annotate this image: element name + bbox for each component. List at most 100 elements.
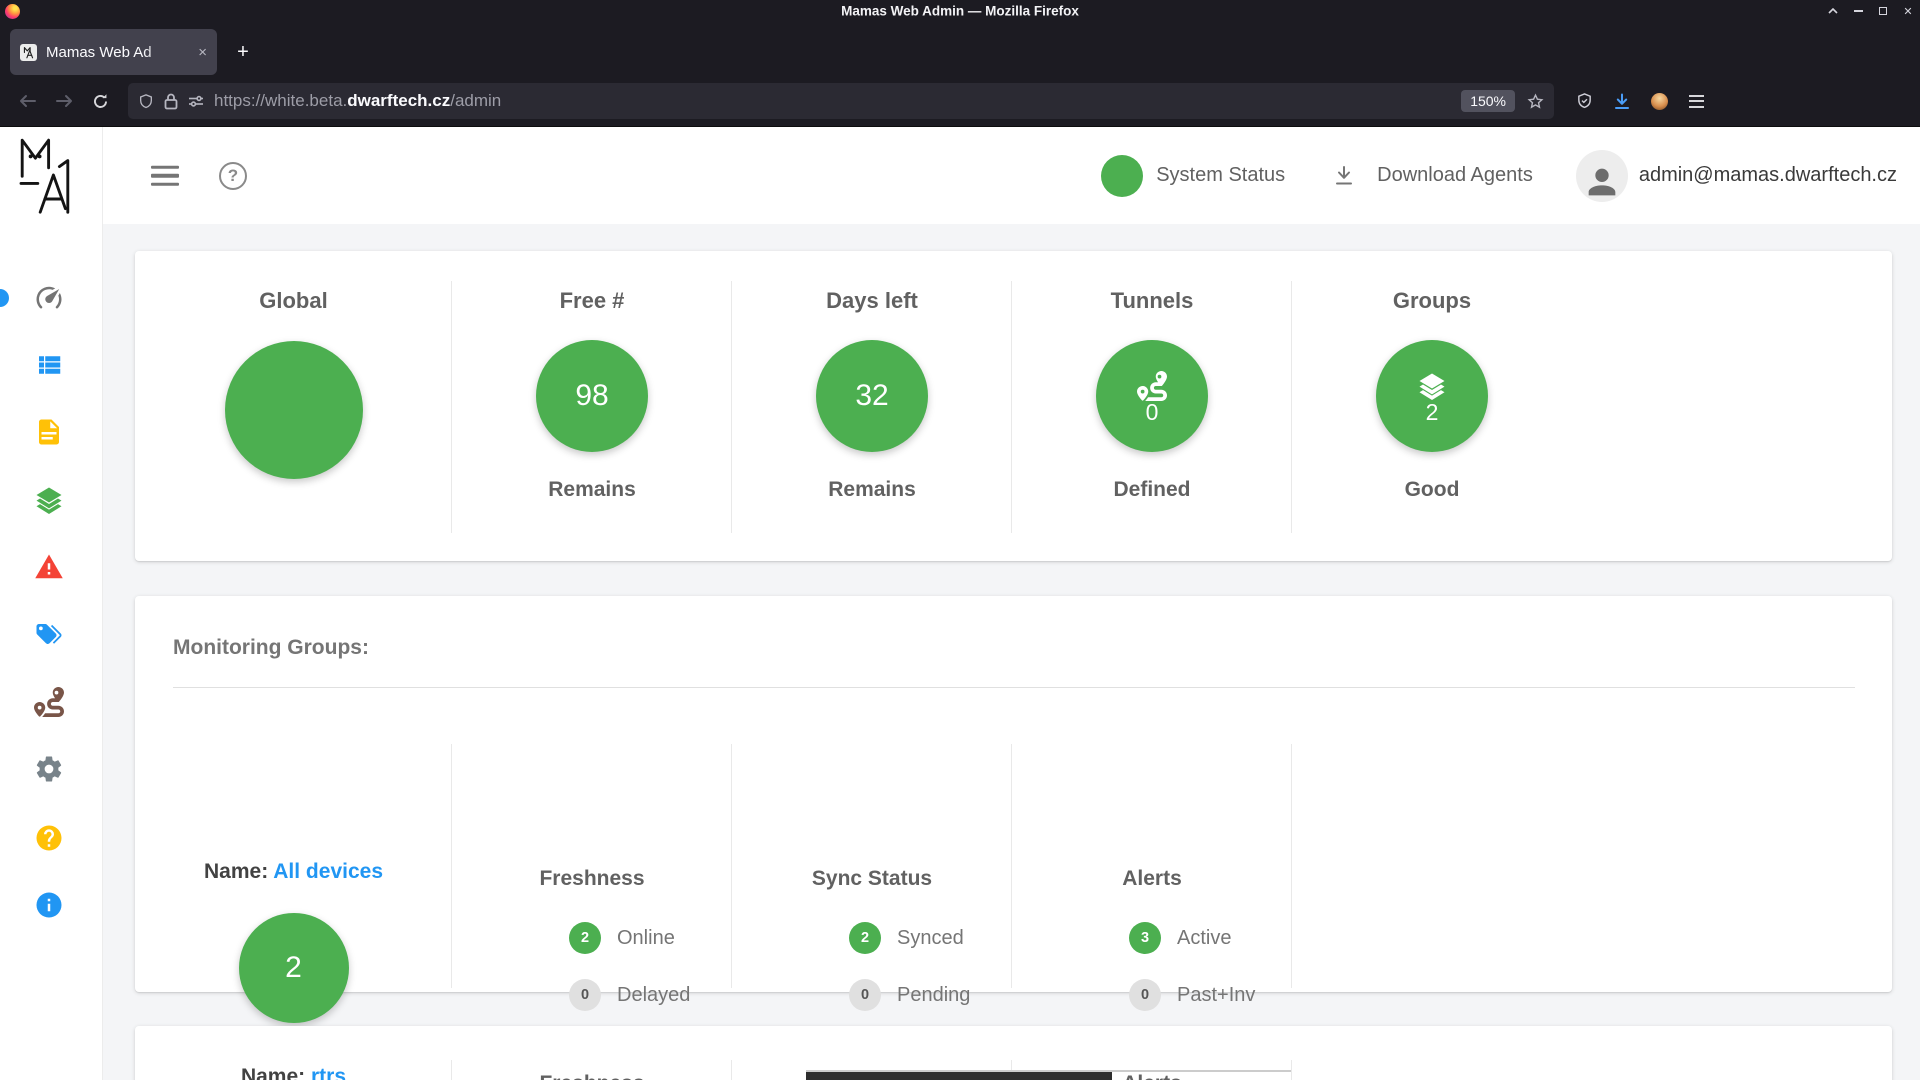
sidebar-item-tunnels-route-icon[interactable] xyxy=(34,687,64,717)
summary-col-tunnels: Tunnels 0 Defined xyxy=(1012,251,1292,561)
back-icon[interactable] xyxy=(14,87,42,115)
sidebar-item-document-icon[interactable] xyxy=(34,417,64,447)
summary-title: Free # xyxy=(452,288,732,314)
monitoring-groups-card: Monitoring Groups: Name: All devices 2 F… xyxy=(135,596,1892,992)
summary-subtitle: Good xyxy=(1292,478,1572,502)
lock-icon[interactable] xyxy=(164,93,178,110)
shade-window-icon[interactable] xyxy=(1827,5,1839,17)
sidebar-item-dashboard-gauge-icon[interactable] xyxy=(34,283,64,313)
summary-title: Tunnels xyxy=(1012,288,1292,314)
column-heading: Freshness xyxy=(452,867,732,891)
main-content: Global Free # 98 Remains Days left 32 Re… xyxy=(103,224,1920,1080)
summary-col-global: Global xyxy=(135,251,452,561)
stat-badge: 0 xyxy=(1129,979,1161,1011)
summary-value: 2 xyxy=(1426,399,1439,426)
stat-badge: 3 xyxy=(1129,922,1161,954)
summary-circle-free: 98 xyxy=(536,340,648,452)
minimize-icon[interactable] xyxy=(1852,5,1864,17)
extension-icon[interactable] xyxy=(1651,93,1668,110)
user-avatar[interactable] xyxy=(1576,150,1628,202)
user-email[interactable]: admin@mamas.dwarftech.cz xyxy=(1639,164,1897,187)
bookmark-star-icon[interactable] xyxy=(1527,93,1544,110)
group-device-count: 2 xyxy=(239,913,349,1023)
zoom-level-indicator[interactable]: 150% xyxy=(1461,90,1515,112)
sidebar-item-alerts-warning-icon[interactable] xyxy=(34,552,64,582)
summary-card: Global Free # 98 Remains Days left 32 Re… xyxy=(135,251,1892,561)
group-name-column: Name: All devices 2 xyxy=(135,706,452,992)
maximize-icon[interactable] xyxy=(1877,5,1889,17)
sidebar-item-devices-list-icon[interactable] xyxy=(34,350,64,380)
sync-status-column: Sync Status 2 Synced 0 Pending 0 Error xyxy=(732,706,1012,992)
stat-label: Synced xyxy=(897,927,964,950)
stat-row: 0 Pending xyxy=(849,979,970,1011)
url-scheme: https://white.beta. xyxy=(214,91,347,110)
new-tab-button[interactable]: + xyxy=(227,36,259,68)
column-heading: Alerts xyxy=(1012,867,1292,891)
summary-value: 98 xyxy=(575,379,608,413)
tab-close-icon[interactable]: × xyxy=(196,43,209,62)
browser-tab[interactable]: Mamas Web Ad × xyxy=(10,29,217,75)
app-menu-icon[interactable] xyxy=(1689,95,1704,108)
freshness-column: Freshness 2 Online 0 Delayed 0 Late xyxy=(452,706,732,992)
permissions-icon[interactable] xyxy=(188,94,204,108)
tab-title-fade xyxy=(143,29,191,75)
tab-favicon xyxy=(20,44,37,61)
stat-row: 2 Synced xyxy=(849,922,970,954)
summary-subtitle: Remains xyxy=(732,478,1012,502)
app-header: ? System Status Download Agents admin@ma… xyxy=(103,127,1920,224)
mamas-logo[interactable] xyxy=(16,133,86,217)
url-bar[interactable]: https://white.beta.dwarftech.cz/admin 15… xyxy=(128,83,1554,119)
sidebar-item-help-icon[interactable] xyxy=(34,823,64,853)
url-text[interactable]: https://white.beta.dwarftech.cz/admin xyxy=(214,91,501,111)
monitoring-group-row: Name: All devices 2 Freshness 2 Online 0… xyxy=(135,706,1892,992)
empty-column xyxy=(1292,706,1572,992)
firefox-logo-icon xyxy=(5,4,20,19)
group-name-label: Name: xyxy=(241,1065,305,1080)
account-shield-icon[interactable] xyxy=(1576,92,1593,110)
group-name-link[interactable]: rtrs xyxy=(311,1065,346,1080)
app-logo-area xyxy=(0,127,103,224)
stat-badge: 0 xyxy=(849,979,881,1011)
stat-row: 0 Past+Inv xyxy=(1129,979,1255,1011)
summary-circle-global xyxy=(225,341,363,479)
layers-icon xyxy=(1416,371,1448,401)
sidebar-item-tags-icon[interactable] xyxy=(34,619,64,649)
group-name-column: Name: rtrs xyxy=(135,1026,452,1080)
section-divider xyxy=(173,687,1855,688)
sidebar-item-info-icon[interactable] xyxy=(34,890,64,920)
monitoring-group-card-rtrs: Name: rtrs Freshness Alerts xyxy=(135,1026,1892,1080)
window-title: Mamas Web Admin — Mozilla Firefox xyxy=(841,4,1079,19)
summary-title: Groups xyxy=(1292,288,1572,314)
stat-label: Online xyxy=(617,927,675,950)
close-window-icon[interactable]: ✕ xyxy=(1902,5,1914,17)
sidebar-item-settings-gear-icon[interactable] xyxy=(34,754,64,784)
column-heading: Sync Status xyxy=(732,867,1012,891)
url-domain: dwarftech.cz xyxy=(347,91,450,110)
summary-value: 32 xyxy=(855,379,888,413)
stat-row: 3 Active xyxy=(1129,922,1255,954)
stat-row: 2 Online xyxy=(569,922,690,954)
summary-circle-tunnels: 0 xyxy=(1096,340,1208,452)
forward-icon[interactable] xyxy=(50,87,78,115)
sidebar xyxy=(0,224,103,1080)
group-name-link[interactable]: All devices xyxy=(273,860,383,883)
url-path: /admin xyxy=(450,91,501,110)
menu-toggle-icon[interactable] xyxy=(147,161,183,190)
graph-dark-bar xyxy=(806,1072,1112,1080)
summary-title: Global xyxy=(135,288,452,314)
system-status-label[interactable]: System Status xyxy=(1156,164,1285,187)
summary-col-free: Free # 98 Remains xyxy=(452,251,732,561)
download-agents-icon[interactable] xyxy=(1333,164,1355,187)
summary-value: 0 xyxy=(1146,399,1159,426)
help-icon[interactable]: ? xyxy=(219,162,247,190)
tracking-shield-icon[interactable] xyxy=(138,93,154,110)
download-agents-label[interactable]: Download Agents xyxy=(1377,164,1533,187)
stat-label: Delayed xyxy=(617,984,690,1007)
system-status-indicator[interactable] xyxy=(1101,155,1143,197)
downloads-icon[interactable] xyxy=(1614,93,1630,110)
column-heading: Freshness xyxy=(452,1072,732,1080)
stat-label: Pending xyxy=(897,984,970,1007)
reload-icon[interactable] xyxy=(86,87,114,115)
window-titlebar: Mamas Web Admin — Mozilla Firefox ✕ xyxy=(0,0,1920,22)
sidebar-item-layers-icon[interactable] xyxy=(34,485,64,515)
